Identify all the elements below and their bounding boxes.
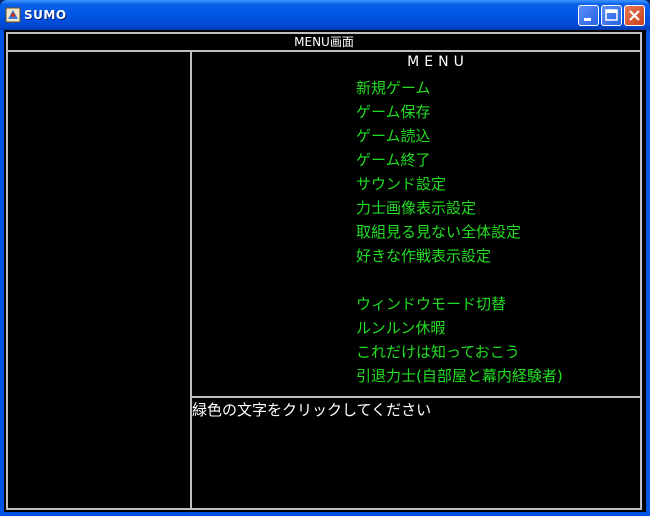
- app-window: SUMO MENU画面 MENU 新規ゲーム ゲーム保存 ゲーム読込 ゲーム終了…: [0, 0, 650, 516]
- menu-item-bout-view-settings[interactable]: 取組見る見ない全体設定: [356, 220, 563, 244]
- instruction-message: 緑色の文字をクリックしてください: [192, 401, 432, 419]
- menu-item-window-mode-toggle[interactable]: ウィンドウモード切替: [356, 292, 563, 316]
- minimize-button[interactable]: [578, 5, 599, 26]
- menu-item-favorite-tactics-settings[interactable]: 好きな作戦表示設定: [356, 244, 563, 268]
- close-button[interactable]: [624, 5, 645, 26]
- menu-item-retired-wrestlers[interactable]: 引退力士(自部屋と幕内経験者): [356, 364, 563, 388]
- maximize-icon: [605, 9, 618, 21]
- menu-item-vacation[interactable]: ルンルン休暇: [356, 316, 563, 340]
- message-panel: 緑色の文字をクリックしてください: [190, 396, 642, 510]
- title-bar[interactable]: SUMO: [0, 0, 650, 30]
- minimize-icon: [584, 18, 591, 21]
- menu-panel: MENU 新規ゲーム ゲーム保存 ゲーム読込 ゲーム終了 サウンド設定 力士画像…: [190, 52, 642, 398]
- menu-title: MENU: [407, 54, 469, 70]
- menu-item-load-game[interactable]: ゲーム読込: [356, 124, 563, 148]
- menu-item-quit-game[interactable]: ゲーム終了: [356, 148, 563, 172]
- window-title: SUMO: [24, 8, 67, 22]
- close-icon: [629, 10, 640, 21]
- menu-item-sound-settings[interactable]: サウンド設定: [356, 172, 563, 196]
- menu-item-save-game[interactable]: ゲーム保存: [356, 100, 563, 124]
- sumo-app-icon: [5, 7, 21, 23]
- client-area: MENU画面 MENU 新規ゲーム ゲーム保存 ゲーム読込 ゲーム終了 サウンド…: [4, 30, 646, 512]
- menu-item-new-game[interactable]: 新規ゲーム: [356, 76, 563, 100]
- maximize-button[interactable]: [601, 5, 622, 26]
- menu-spacer: [356, 268, 563, 292]
- menu-item-need-to-know[interactable]: これだけは知っておこう: [356, 340, 563, 364]
- menu-item-wrestler-image-settings[interactable]: 力士画像表示設定: [356, 196, 563, 220]
- left-panel: [6, 52, 192, 510]
- screen-header: MENU画面: [6, 32, 642, 52]
- menu-list: 新規ゲーム ゲーム保存 ゲーム読込 ゲーム終了 サウンド設定 力士画像表示設定 …: [356, 76, 563, 388]
